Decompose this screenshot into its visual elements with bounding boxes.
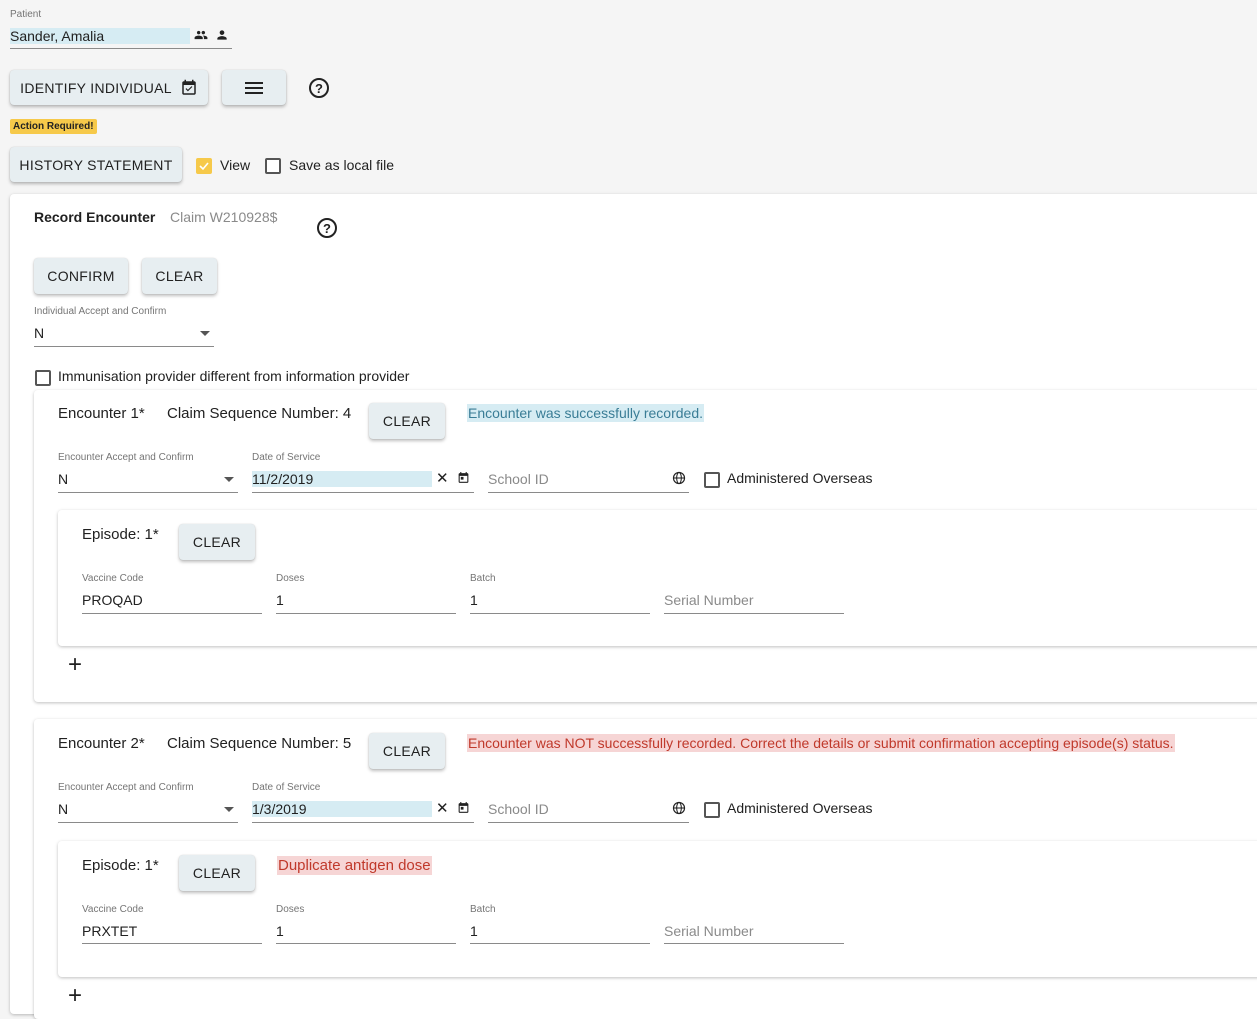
encounter-2-doses-input[interactable]: 1: [276, 923, 284, 939]
provider-different-label: Immunisation provider different from inf…: [58, 368, 410, 384]
patient-underline: [10, 48, 232, 49]
encounter-1-globe-icon[interactable]: [672, 471, 686, 490]
encounter-2-accept-caret-icon[interactable]: [224, 807, 234, 812]
encounter-1-date-label: Date of Service: [252, 452, 321, 463]
encounter-2-accept-underline: [58, 822, 238, 823]
encounter-2-episode-error: Duplicate antigen dose: [277, 856, 432, 875]
help-icon[interactable]: ?: [309, 78, 329, 98]
individual-accept-label: Individual Accept and Confirm: [34, 306, 167, 317]
encounter-2-overseas-checkbox[interactable]: [704, 802, 720, 818]
menu-button[interactable]: [222, 70, 286, 105]
record-encounter-title: Record Encounter: [34, 209, 156, 225]
encounter-2-serial-underline: [664, 943, 844, 944]
view-checkbox[interactable]: [196, 158, 212, 174]
encounter-1-doses-input[interactable]: 1: [276, 592, 284, 608]
encounter-1-overseas-label: Administered Overseas: [727, 470, 873, 486]
encounter-1-accept-caret-icon[interactable]: [224, 477, 234, 482]
encounter-2-date-label: Date of Service: [252, 782, 321, 793]
encounter-2-batch-underline: [470, 943, 650, 944]
encounter-1-vaccine-underline: [82, 613, 262, 614]
encounter-2-overseas-label: Administered Overseas: [727, 800, 873, 816]
encounter-1-date-underline: [252, 492, 474, 493]
encounter-2-doses-label: Doses: [276, 904, 305, 915]
encounter-2-clear-date-icon[interactable]: ✕: [436, 799, 449, 817]
encounter-2-batch-input[interactable]: 1: [470, 923, 478, 939]
individual-accept-select[interactable]: N: [34, 325, 44, 341]
encounter-2-vaccine-underline: [82, 943, 262, 944]
encounter-1-doses-label: Doses: [276, 573, 305, 584]
record-help-icon[interactable]: ?: [317, 218, 337, 238]
encounter-1-batch-label: Batch: [470, 573, 496, 584]
encounter-1-status: Encounter was successfully recorded.: [467, 404, 704, 422]
encounter-1-episode-clear-button[interactable]: CLEAR: [179, 524, 255, 560]
encounter-1-batch-input[interactable]: 1: [470, 592, 478, 608]
encounter-1-overseas-checkbox[interactable]: [704, 472, 720, 488]
encounter-2-batch-label: Batch: [470, 904, 496, 915]
identify-individual-button[interactable]: IDENTIFY INDIVIDUAL: [10, 70, 208, 105]
encounter-1-title: Encounter 1*: [58, 405, 145, 422]
encounter-1-claim-sequence: Claim Sequence Number: 4: [167, 405, 352, 422]
history-statement-button[interactable]: HISTORY STATEMENT: [10, 147, 182, 182]
encounter-2-vaccine-label: Vaccine Code: [82, 904, 144, 915]
encounter-2-accept-label: Encounter Accept and Confirm: [58, 782, 194, 793]
encounter-1-date-field[interactable]: 11/2/2019: [252, 471, 432, 487]
encounter-2-episode-clear-button[interactable]: CLEAR: [179, 855, 255, 891]
family-icon[interactable]: [194, 28, 208, 42]
encounter-1-serial-input[interactable]: Serial Number: [664, 592, 753, 608]
individual-accept-caret-icon[interactable]: [200, 331, 210, 336]
encounter-1-accept-underline: [58, 492, 238, 493]
patient-label: Patient: [10, 9, 42, 20]
encounter-1-serial-underline: [664, 613, 844, 614]
encounter-2-date-field[interactable]: 1/3/2019: [252, 801, 432, 817]
encounter-2-episode-title: Episode: 1*: [82, 857, 159, 874]
encounter-1-accept-select[interactable]: N: [58, 471, 68, 487]
menu-icon: [244, 80, 264, 96]
save-local-label: Save as local file: [289, 157, 395, 173]
confirm-button[interactable]: CONFIRM: [34, 258, 128, 294]
encounter-2-title: Encounter 2*: [58, 735, 145, 752]
encounter-1-accept-label: Encounter Accept and Confirm: [58, 452, 194, 463]
individual-accept-underline: [34, 346, 214, 347]
encounter-2-status: Encounter was NOT successfully recorded.…: [467, 734, 1175, 752]
encounter-2-vaccine-input[interactable]: PRXTET: [82, 923, 137, 939]
claim-id: Claim W210928$: [170, 209, 278, 225]
action-required-badge: Action Required!: [10, 119, 97, 134]
record-clear-button[interactable]: CLEAR: [142, 258, 217, 294]
encounter-1-add-episode-icon[interactable]: +: [68, 653, 82, 677]
encounter-1-episode-title: Episode: 1*: [82, 526, 159, 543]
person-icon[interactable]: [215, 28, 229, 42]
encounter-2-serial-input[interactable]: Serial Number: [664, 923, 753, 939]
encounter-1-vaccine-label: Vaccine Code: [82, 573, 144, 584]
encounter-1-school-underline: [488, 492, 689, 493]
encounter-2-school-underline: [488, 822, 689, 823]
encounter-2-school-id-input[interactable]: School ID: [488, 801, 549, 817]
encounter-1-clear-button[interactable]: CLEAR: [369, 403, 445, 439]
encounter-1-clear-date-icon[interactable]: ✕: [436, 469, 449, 487]
provider-different-checkbox[interactable]: [35, 370, 51, 386]
calendar-check-icon: [180, 79, 198, 97]
view-label: View: [220, 157, 251, 173]
encounter-2-calendar-icon[interactable]: [457, 801, 470, 820]
identify-individual-label: IDENTIFY INDIVIDUAL: [20, 79, 172, 96]
encounter-1-school-id-input[interactable]: School ID: [488, 471, 549, 487]
encounter-1-calendar-icon[interactable]: [457, 471, 470, 490]
patient-name-field[interactable]: Sander, Amalia: [10, 28, 190, 44]
encounter-1-batch-underline: [470, 613, 650, 614]
encounter-2-claim-sequence: Claim Sequence Number: 5: [167, 735, 352, 752]
encounter-1-vaccine-input[interactable]: PROQAD: [82, 592, 143, 608]
encounter-2-accept-select[interactable]: N: [58, 801, 68, 817]
encounter-1-doses-underline: [276, 613, 456, 614]
encounter-2-add-episode-icon[interactable]: +: [68, 984, 82, 1008]
encounter-2-doses-underline: [276, 943, 456, 944]
encounter-2-globe-icon[interactable]: [672, 801, 686, 820]
encounter-2-date-underline: [252, 822, 474, 823]
save-local-checkbox[interactable]: [265, 158, 281, 174]
encounter-2-clear-button[interactable]: CLEAR: [369, 733, 445, 769]
